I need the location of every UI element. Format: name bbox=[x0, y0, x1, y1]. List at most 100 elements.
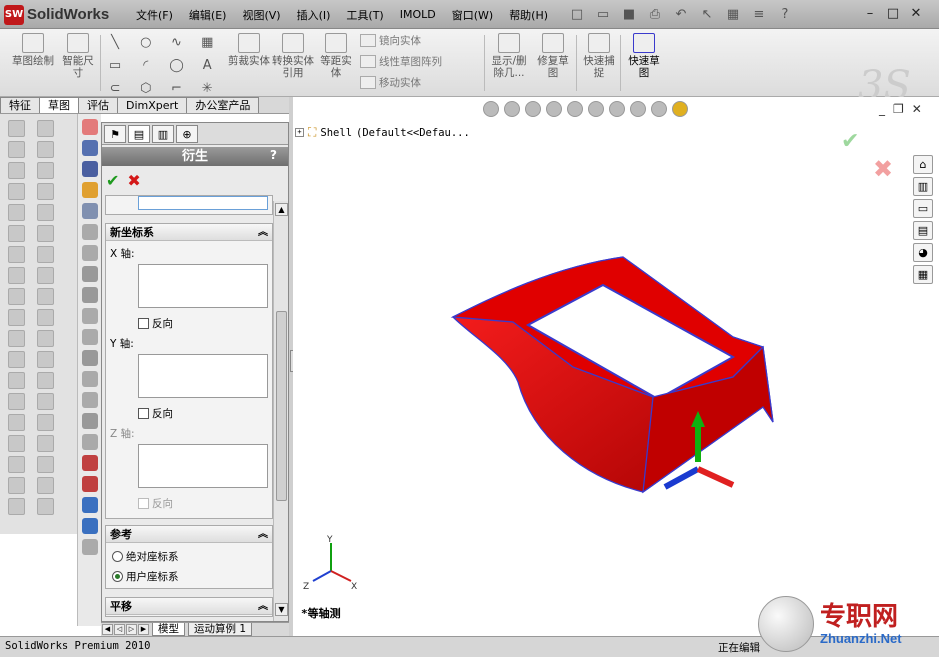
circle-icon[interactable]: ○ bbox=[135, 33, 157, 51]
menu-view[interactable]: 视图(V) bbox=[234, 7, 288, 23]
tab-features[interactable]: 特征 bbox=[0, 97, 40, 113]
menu-tools[interactable]: 工具(T) bbox=[338, 7, 391, 23]
tool-icon[interactable] bbox=[8, 372, 25, 389]
tab-dimxpert[interactable]: DimXpert bbox=[117, 97, 188, 113]
tool-icon[interactable] bbox=[8, 351, 25, 368]
scissors-icon[interactable] bbox=[81, 455, 98, 471]
pipe-icon[interactable] bbox=[81, 287, 98, 303]
beam-icon[interactable] bbox=[81, 371, 98, 387]
filter-icon[interactable] bbox=[81, 224, 98, 240]
tool-icon[interactable] bbox=[37, 309, 54, 326]
wall-icon[interactable] bbox=[81, 350, 98, 366]
options-icon[interactable]: ≡ bbox=[748, 6, 770, 24]
tool-icon[interactable] bbox=[8, 414, 25, 431]
tool-icon[interactable] bbox=[37, 246, 54, 263]
print-icon[interactable]: ⎙ bbox=[644, 6, 666, 24]
tool-icon[interactable] bbox=[37, 498, 54, 515]
tool-icon[interactable] bbox=[37, 225, 54, 242]
point-icon[interactable]: ✳ bbox=[196, 79, 218, 97]
tool-icon[interactable] bbox=[8, 120, 25, 137]
help-icon[interactable]: ? bbox=[774, 6, 796, 24]
layer-icon[interactable] bbox=[81, 203, 98, 219]
app-logo[interactable]: SW SolidWorks bbox=[4, 4, 122, 25]
viewport-restore-icon[interactable]: ❐ bbox=[893, 102, 904, 116]
home-icon[interactable]: ⌂ bbox=[913, 155, 933, 174]
file-explorer-icon[interactable]: ▭ bbox=[913, 199, 933, 218]
zoom-to-fit-icon[interactable] bbox=[483, 101, 499, 117]
x-reverse-checkbox[interactable]: 反向 bbox=[138, 316, 173, 331]
column-icon[interactable] bbox=[81, 392, 98, 408]
viewport-close-icon[interactable]: ✕ bbox=[912, 102, 922, 116]
confirm-cancel-icon[interactable]: ✖ bbox=[873, 155, 893, 183]
tool-icon[interactable] bbox=[37, 330, 54, 347]
tool-icon[interactable] bbox=[37, 141, 54, 158]
fillet-icon[interactable]: ⌐ bbox=[166, 79, 188, 97]
show-delete-relations-button[interactable]: 显示/删除几... bbox=[488, 33, 530, 79]
undo-icon[interactable]: ↶ bbox=[670, 6, 692, 24]
tool-icon[interactable] bbox=[8, 204, 25, 221]
rebuild-icon[interactable]: ▦ bbox=[722, 6, 744, 24]
tool-icon[interactable] bbox=[37, 183, 54, 200]
mirror-button[interactable]: 镜向实体 bbox=[360, 33, 421, 48]
tool-icon[interactable] bbox=[8, 141, 25, 158]
expand-icon[interactable]: + bbox=[295, 128, 304, 137]
menu-window[interactable]: 窗口(W) bbox=[444, 7, 501, 23]
tab-model[interactable]: 模型 bbox=[152, 623, 185, 636]
next-tab-icon[interactable]: ▷ bbox=[126, 624, 137, 635]
line-icon[interactable]: ╲ bbox=[104, 33, 126, 51]
part-model[interactable] bbox=[433, 237, 793, 507]
edit-appearance-icon[interactable] bbox=[630, 101, 646, 117]
pm-scrollbar[interactable]: ▲ ▼ bbox=[273, 201, 288, 621]
minimize-icon[interactable]: – bbox=[860, 4, 880, 22]
reference-header[interactable]: 参考 ︽ bbox=[106, 526, 272, 543]
convert-entities-button[interactable]: 转换实体引用 bbox=[272, 33, 314, 79]
appearance-icon[interactable] bbox=[81, 119, 98, 135]
tool-icon[interactable] bbox=[8, 246, 25, 263]
dimxpert-tab-icon[interactable]: ⊕ bbox=[176, 125, 198, 143]
display-style-icon[interactable] bbox=[588, 101, 604, 117]
zoom-area-icon[interactable] bbox=[504, 101, 520, 117]
menu-help[interactable]: 帮助(H) bbox=[501, 7, 556, 23]
confirm-ok-icon[interactable]: ✔ bbox=[841, 129, 859, 154]
camera-icon[interactable] bbox=[81, 434, 98, 450]
tool-icon[interactable] bbox=[37, 204, 54, 221]
translate-header[interactable]: 平移 ︽ bbox=[106, 598, 272, 615]
frame-icon[interactable] bbox=[81, 329, 98, 345]
grid-icon[interactable]: ▦ bbox=[196, 33, 218, 51]
feature-tree-tab-icon[interactable]: ⚑ bbox=[104, 125, 126, 143]
scroll-up-icon[interactable]: ▲ bbox=[275, 203, 288, 216]
tool-icon[interactable] bbox=[37, 162, 54, 179]
tool-icon[interactable] bbox=[8, 456, 25, 473]
info-icon[interactable] bbox=[81, 518, 98, 534]
design-library-icon[interactable]: ▥ bbox=[913, 177, 933, 196]
last-tab-icon[interactable]: ▶ bbox=[138, 624, 149, 635]
tool-icon[interactable] bbox=[37, 393, 54, 410]
help-button[interactable]: ? bbox=[270, 148, 277, 162]
rotate-icon[interactable] bbox=[81, 476, 98, 492]
tool-icon[interactable] bbox=[8, 225, 25, 242]
custom-properties-icon[interactable]: ▦ bbox=[913, 265, 933, 284]
prev-tab-icon[interactable]: ◁ bbox=[114, 624, 125, 635]
tool-icon[interactable] bbox=[8, 330, 25, 347]
tool-icon[interactable] bbox=[8, 267, 25, 284]
smart-dimension-button[interactable]: 智能尺寸 bbox=[58, 33, 98, 79]
tool-icon[interactable] bbox=[37, 351, 54, 368]
tool-icon[interactable] bbox=[37, 414, 54, 431]
hide-show-icon[interactable] bbox=[609, 101, 625, 117]
polygon-icon[interactable]: ⬡ bbox=[135, 79, 157, 97]
maximize-icon[interactable]: □ bbox=[883, 4, 903, 22]
graphics-area[interactable]: _ ❐ ✕ + ⛶ Shell (Default<<Defau... ✔ ✖ ⌂… bbox=[293, 97, 939, 636]
close-icon[interactable]: ✕ bbox=[906, 4, 926, 22]
spline-icon[interactable]: ∿ bbox=[166, 33, 188, 51]
repair-sketch-button[interactable]: 修复草图 bbox=[534, 33, 572, 79]
menu-file[interactable]: 文件(F) bbox=[128, 7, 181, 23]
sketch-button[interactable]: 草图绘制 bbox=[8, 33, 58, 67]
pattern-icon[interactable] bbox=[81, 245, 98, 261]
arc-icon[interactable]: ◜ bbox=[135, 56, 157, 74]
ok-check-icon[interactable]: ✔ bbox=[106, 171, 119, 190]
selection-box[interactable] bbox=[138, 196, 268, 210]
tab-evaluate[interactable]: 评估 bbox=[78, 97, 118, 113]
cancel-x-icon[interactable]: ✖ bbox=[127, 171, 140, 190]
tab-office-products[interactable]: 办公室产品 bbox=[186, 97, 260, 113]
open-file-icon[interactable]: ▭ bbox=[592, 6, 614, 24]
